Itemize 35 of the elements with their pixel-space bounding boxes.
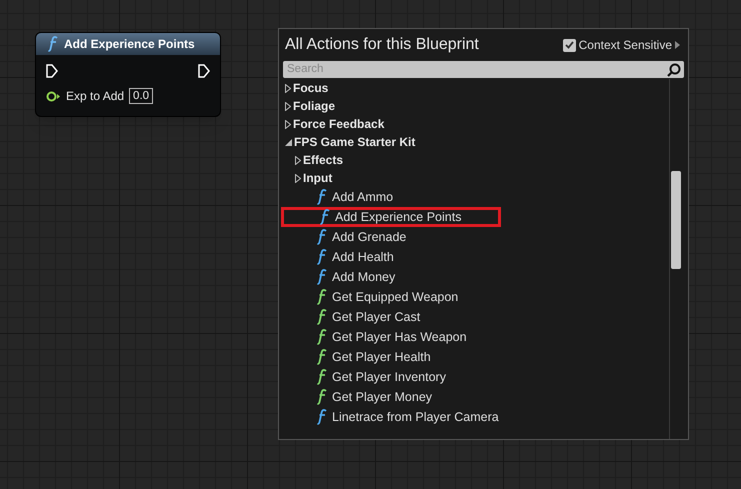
function-item[interactable]: Add Ammo xyxy=(332,188,394,206)
caret-icon[interactable] xyxy=(675,41,680,49)
collapse-triangle-icon[interactable] xyxy=(285,138,292,146)
function-item[interactable]: Linetrace from Player Camera xyxy=(332,408,499,426)
node-title: Add Experience Points xyxy=(64,36,195,53)
value-field[interactable]: 0.0 xyxy=(129,88,154,104)
exec-pin-icon[interactable] xyxy=(46,64,58,78)
panel-title: All Actions for this Blueprint xyxy=(285,35,479,55)
function-item[interactable]: Get Player Has Weapon xyxy=(332,328,467,346)
function-item[interactable]: Add Grenade xyxy=(332,228,406,246)
category-label[interactable]: Effects xyxy=(303,151,344,169)
search-field[interactable]: Search xyxy=(283,61,684,78)
function-item[interactable]: Get Equipped Weapon xyxy=(332,288,458,306)
data-pin-icon[interactable] xyxy=(46,90,61,102)
category-label[interactable]: Focus xyxy=(293,79,328,97)
function-item[interactable]: Get Player Inventory xyxy=(332,368,446,386)
function-item[interactable]: Add Money xyxy=(332,268,396,286)
search-icon[interactable] xyxy=(667,62,681,76)
function-item[interactable]: Get Player Health xyxy=(332,348,431,366)
function-item[interactable]: Get Player Money xyxy=(332,388,432,406)
function-icon xyxy=(48,36,58,52)
function-item[interactable]: Get Player Cast xyxy=(332,308,420,326)
category-label[interactable]: Force Feedback xyxy=(293,115,384,133)
context-sensitive-label[interactable]: Context Sensitive xyxy=(578,36,672,54)
function-item[interactable]: Add Experience Points xyxy=(335,208,462,226)
category-label[interactable]: FPS Game Starter Kit xyxy=(294,133,416,151)
checkmark-icon xyxy=(564,41,574,49)
scrollbar-thumb[interactable] xyxy=(670,171,680,269)
exec-pin-icon[interactable] xyxy=(198,64,210,78)
category-label[interactable]: Foliage xyxy=(293,97,336,115)
function-item[interactable]: Add Health xyxy=(332,248,394,266)
function-node[interactable]: Add Experience Points Exp to Add 0.0 xyxy=(35,32,221,117)
context-checkbox[interactable] xyxy=(562,38,576,52)
category-label[interactable]: Input xyxy=(303,169,332,187)
pin-label: Exp to Add xyxy=(66,88,124,105)
